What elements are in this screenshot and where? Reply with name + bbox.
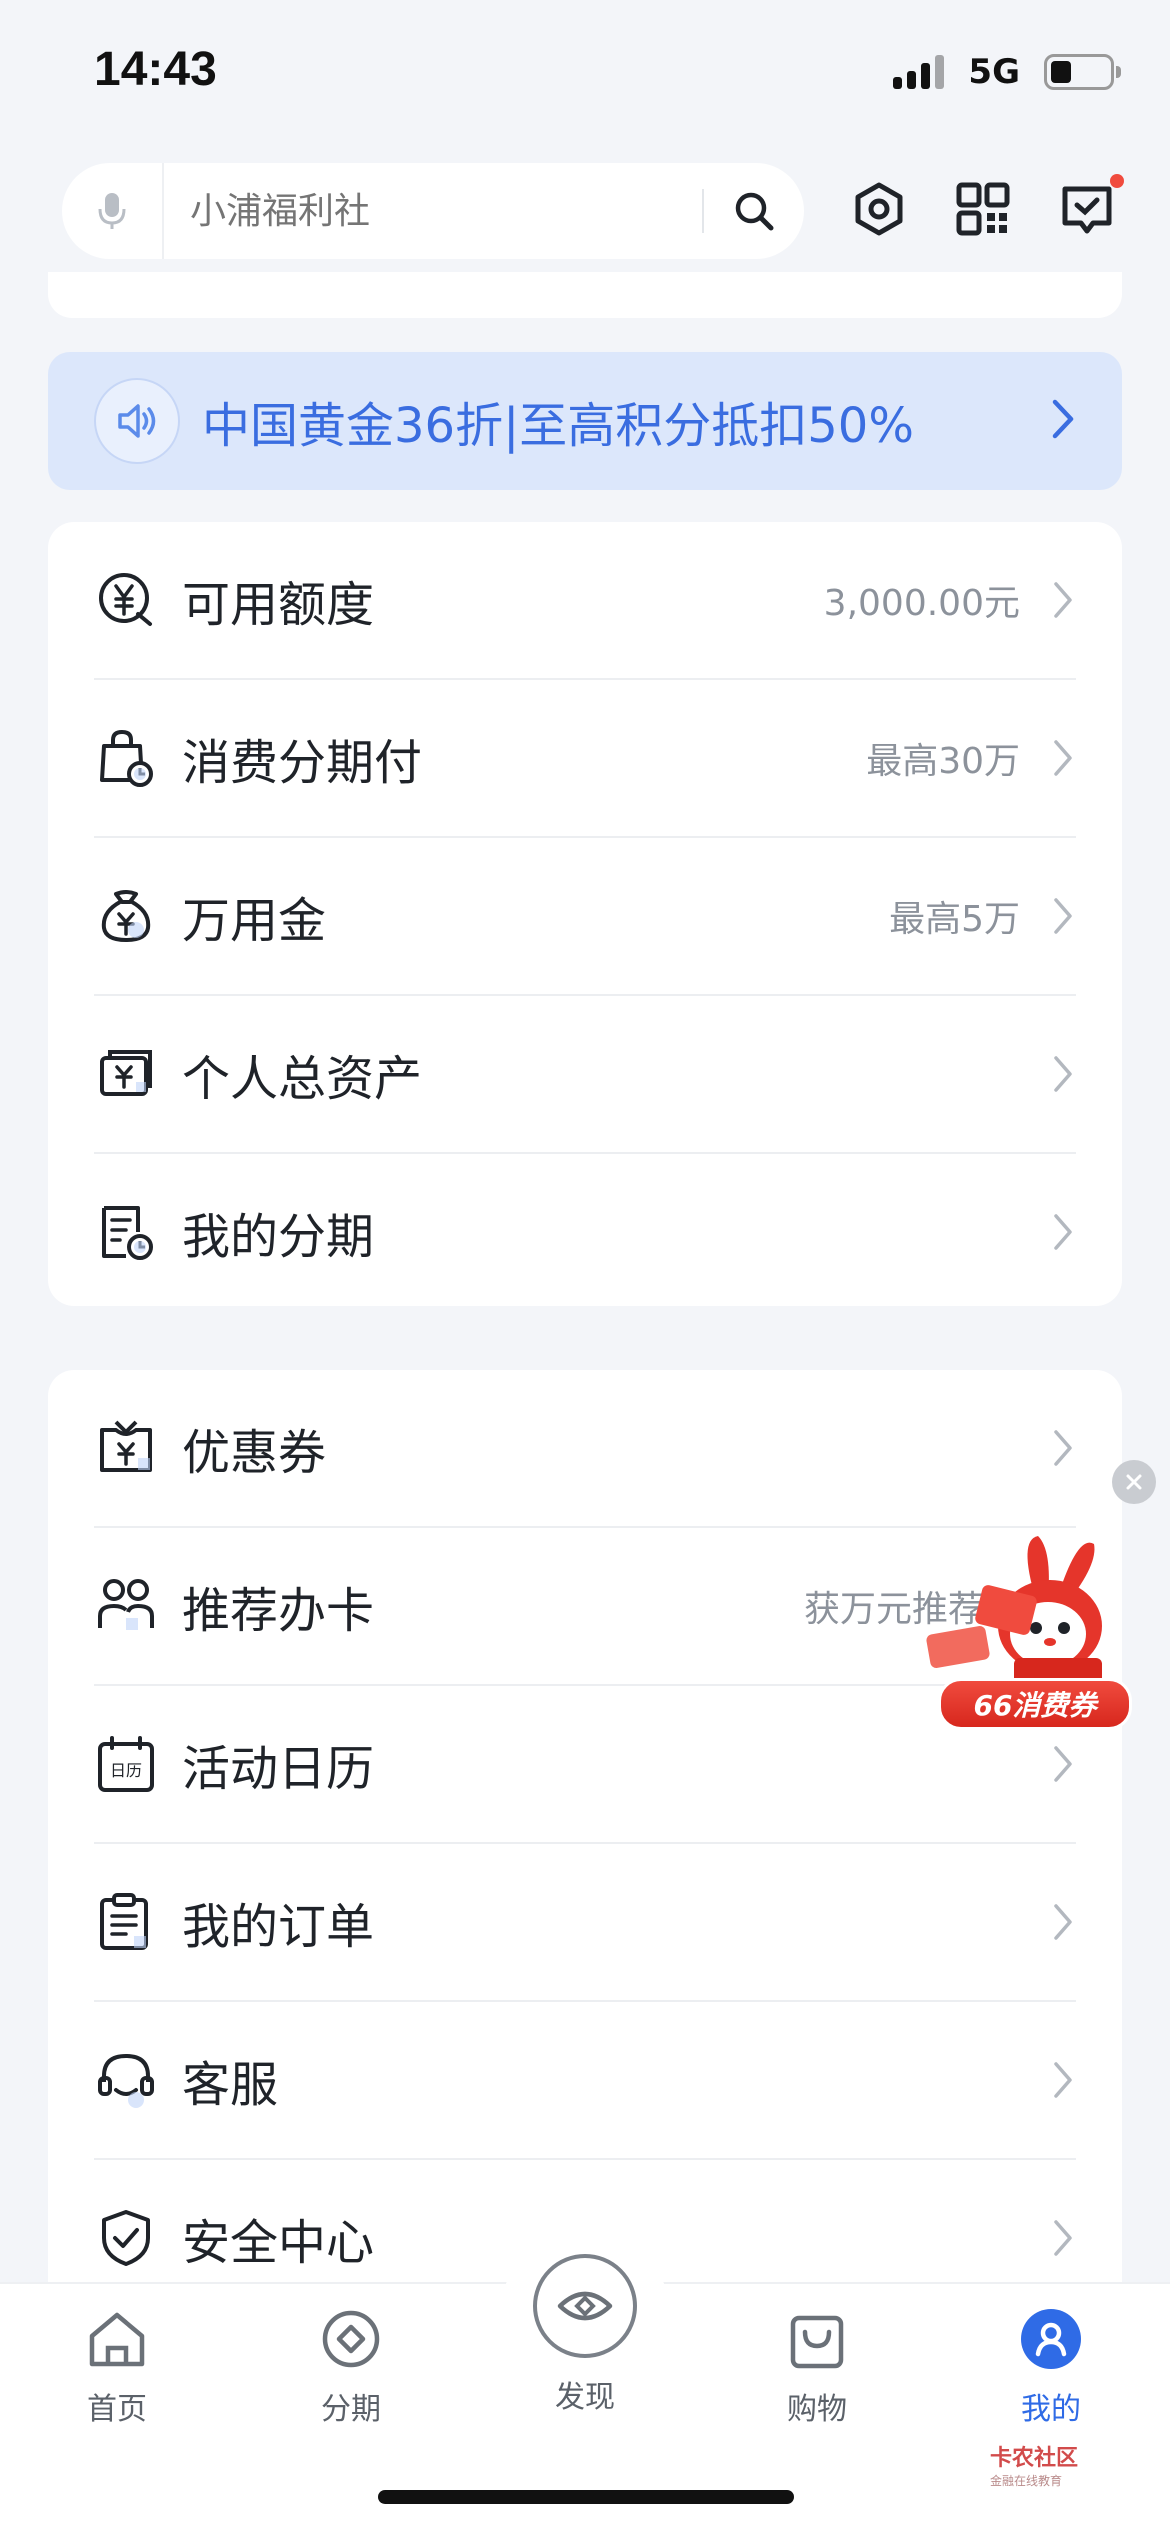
tab-home[interactable]: 首页 [37,2304,197,2428]
battery-icon [1044,54,1121,90]
chevron-right-icon [1054,582,1072,618]
chevron-right-icon [1054,898,1072,934]
tab-mine[interactable]: 我的 [971,2304,1131,2428]
header-actions [848,174,1124,240]
row-total-assets[interactable]: 个人总资产 [94,996,1076,1154]
installment-icon [316,2304,386,2374]
row-value: 3,000.00元 [823,583,1020,624]
chevron-right-icon [1054,1214,1072,1250]
eye-icon [533,2254,637,2358]
money-bag-icon [94,884,158,948]
settings-icon[interactable] [848,178,910,240]
row-installment-pay[interactable]: 消费分期付 最高30万 [94,680,1076,838]
calendar-icon: 日历 [94,1732,158,1796]
row-label: 万用金 [182,893,327,949]
coupon-icon [94,1416,158,1480]
notification-dot [1110,174,1124,188]
user-icon [1016,2304,1086,2374]
tab-label: 我的 [1021,2392,1081,2427]
home-icon [82,2304,152,2374]
shield-check-icon [94,2206,158,2270]
row-label: 推荐办卡 [182,1583,375,1639]
message-icon[interactable] [1056,174,1124,240]
row-my-orders[interactable]: 我的订单 [94,1844,1076,2002]
finance-card: 可用额度 3,000.00元 消费分期付 最高30万 万用金 最高5万 个人总资… [48,522,1122,1306]
chevron-right-icon [1054,1430,1072,1466]
tab-label: 发现 [555,2380,615,2415]
status-bar: 14:43 5G [0,0,1170,150]
row-value: 最高5万 [889,899,1020,940]
speaker-icon [94,378,180,464]
promo-float-widget[interactable]: 66消费券 [918,1530,1132,1730]
watermark: 卡农社区 金融在线教育 [990,2440,1078,2489]
banner-text: 中国黄金36折|至高积分抵扣50% [202,398,914,454]
chevron-right-icon [1054,2062,1072,2098]
tab-label: 购物 [787,2392,847,2427]
chevron-right-icon [1054,1904,1072,1940]
status-indicators: 5G [893,52,1121,92]
people-icon [94,1574,158,1638]
signal-icon [893,55,945,89]
promo-label: 66消费券 [938,1678,1132,1730]
microphone-icon[interactable] [62,163,164,259]
row-value: 最高30万 [866,741,1020,782]
chevron-right-icon [1054,740,1072,776]
chevron-right-icon [1054,1056,1072,1092]
yen-circle-icon [94,568,158,632]
rabbit-mascot-icon [926,1536,1102,1698]
row-my-installments[interactable]: 我的分期 [94,1154,1076,1310]
row-label: 我的订单 [182,1899,375,1955]
tab-installment[interactable]: 分期 [271,2304,431,2428]
row-versatile-loan[interactable]: 万用金 最高5万 [94,838,1076,996]
row-label: 客服 [182,2057,279,2113]
shopping-bag-clock-icon [94,726,158,790]
row-available-credit[interactable]: 可用额度 3,000.00元 [94,522,1076,680]
row-coupons[interactable]: 优惠券 [94,1370,1076,1528]
row-label: 可用额度 [182,577,375,633]
watermark-title: 卡农社区 [990,2446,1079,2471]
chevron-right-icon [1054,1746,1072,1782]
tab-label: 首页 [87,2392,147,2427]
search-input[interactable] [164,189,702,233]
previous-card-edge [48,272,1122,318]
tab-label: 分期 [321,2392,381,2427]
row-label: 活动日历 [182,1741,375,1797]
tab-discover[interactable]: 发现 [505,2254,665,2416]
chevron-right-icon [1054,2220,1072,2256]
network-type: 5G [968,52,1020,92]
wallet-icon [94,1042,158,1106]
search-icon[interactable] [704,163,804,259]
close-icon[interactable] [1112,1460,1156,1504]
shopping-bag-icon [782,2304,852,2374]
headset-icon [94,2048,158,2112]
bill-clock-icon [94,1200,158,1264]
row-label: 我的分期 [182,1209,375,1265]
tab-shopping[interactable]: 购物 [737,2304,897,2428]
row-label: 消费分期付 [182,735,423,791]
row-customer-service[interactable]: 客服 [94,2002,1076,2160]
home-indicator [378,2490,794,2504]
row-label: 个人总资产 [182,1051,423,1107]
qr-code-icon[interactable] [952,178,1014,240]
row-label: 优惠券 [182,1425,327,1481]
chevron-right-icon [1050,398,1076,444]
order-clipboard-icon [94,1890,158,1954]
calendar-icon-text: 日历 [110,1761,142,1780]
promo-banner[interactable]: 中国黄金36折|至高积分抵扣50% [48,352,1122,490]
status-time: 14:43 [94,43,217,96]
search-bar[interactable] [62,163,804,259]
watermark-subtitle: 金融在线教育 [990,2474,1063,2488]
